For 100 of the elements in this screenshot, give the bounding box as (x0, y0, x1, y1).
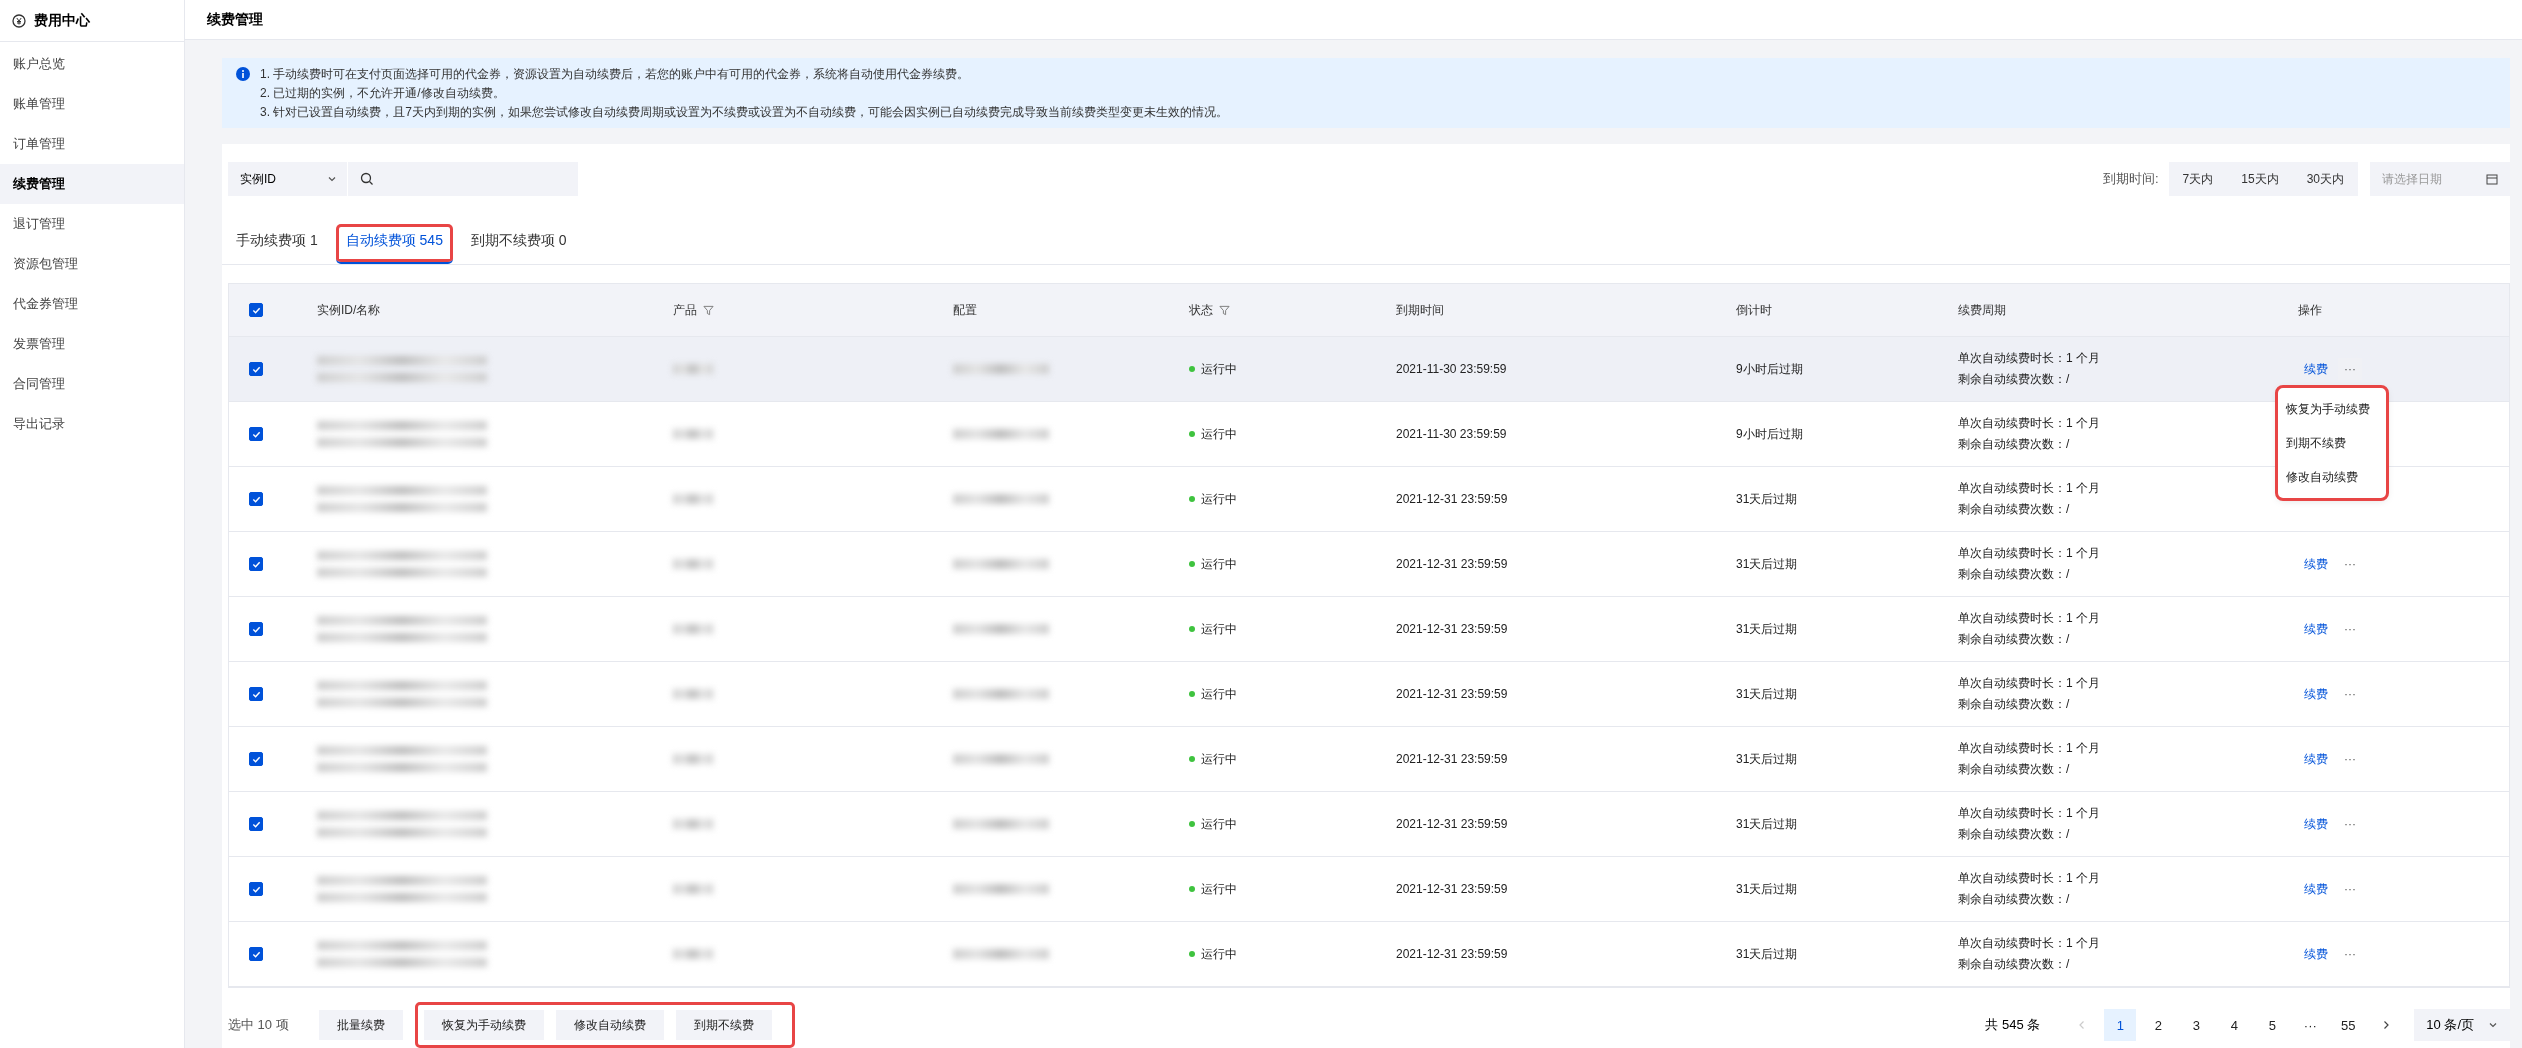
renew-link[interactable]: 续费 (2304, 880, 2328, 898)
sidebar-item[interactable]: 订单管理 (0, 124, 184, 164)
tab[interactable]: 手动续费项 1 (226, 224, 328, 264)
redacted-text (673, 754, 713, 764)
menu-item[interactable]: 到期不续费 (2278, 426, 2386, 460)
renew-link[interactable]: 续费 (2304, 620, 2328, 638)
page-button[interactable]: 55 (2332, 1009, 2365, 1041)
check-icon (251, 884, 261, 894)
row-checkbox[interactable] (249, 427, 263, 441)
column-header: 续费周期 (1958, 301, 2006, 319)
status-text: 运行中 (1201, 620, 1237, 638)
status-text: 运行中 (1201, 685, 1237, 703)
more-button[interactable]: ··· (2338, 553, 2362, 575)
more-button[interactable]: ··· (2338, 618, 2362, 640)
row-checkbox[interactable] (249, 752, 263, 766)
filter-icon[interactable] (1219, 304, 1230, 316)
sidebar-item[interactable]: 资源包管理 (0, 244, 184, 284)
row-checkbox[interactable] (249, 622, 263, 636)
redacted-text (673, 429, 713, 439)
check-icon (251, 305, 261, 315)
page-button[interactable]: ··· (2294, 1009, 2327, 1041)
tab[interactable]: 到期不续费项 0 (460, 224, 577, 264)
table-cell: 单次自动续费时长：1 个月 剩余自动续费次数：/ (1958, 675, 2100, 713)
filter-icon[interactable] (703, 304, 714, 316)
table-cell: 2021-12-31 23:59:59 (1396, 557, 1508, 571)
table-cell: 2021-12-31 23:59:59 (1396, 752, 1508, 766)
sidebar-item[interactable]: 退订管理 (0, 204, 184, 244)
bulk-renew-button[interactable]: 批量续费 (318, 1010, 403, 1040)
table-cell: 2021-11-30 23:59:59 (1396, 427, 1507, 441)
sidebar-item[interactable]: 发票管理 (0, 324, 184, 364)
sidebar-item[interactable]: 合同管理 (0, 364, 184, 404)
check-icon (251, 819, 261, 829)
column-header: 产品 (673, 301, 697, 319)
notice-text: 3. 针对已设置自动续费，且7天内到期的实例，如果您尝试修改自动续费周期或设置为不续费或设置为不自动续费，可能会因实例已自动续费完成导致当前续费类型变更未生效的情况。 (260, 104, 1228, 120)
page-size-select[interactable]: 10 条/页 (2414, 1009, 2510, 1041)
menu-item[interactable]: 恢复为手动续费 (2278, 392, 2386, 426)
renew-link[interactable]: 续费 (2304, 555, 2328, 573)
column-header: 实例ID/名称 (317, 301, 381, 319)
menu-item[interactable]: 修改自动续费 (2278, 460, 2386, 494)
row-checkbox[interactable] (249, 492, 263, 506)
notice-text: 2. 已过期的实例，不允许开通/修改自动续费。 (260, 85, 506, 101)
yuan-coin-icon (12, 13, 26, 28)
renew-link[interactable]: 续费 (2304, 360, 2328, 378)
period-button[interactable]: 7天内 (2168, 166, 2228, 192)
renew-link[interactable]: 续费 (2304, 815, 2328, 833)
renew-link[interactable]: 续费 (2304, 945, 2328, 963)
row-checkbox[interactable] (249, 947, 263, 961)
page-button[interactable]: 1 (2104, 1009, 2137, 1041)
page-button[interactable]: 2 (2142, 1009, 2175, 1041)
status-text: 运行中 (1201, 945, 1237, 963)
bulk-action-button[interactable]: 到期不续费 (675, 1010, 772, 1040)
table-cell: 31天后过期 (1736, 685, 1798, 703)
more-button[interactable]: ··· (2338, 748, 2362, 770)
column-header: 状态 (1189, 301, 1213, 319)
table-cell: 单次自动续费时长：1 个月 剩余自动续费次数：/ (1958, 870, 2100, 908)
sidebar-item[interactable]: 代金券管理 (0, 284, 184, 324)
page-button[interactable]: 4 (2218, 1009, 2251, 1041)
more-button[interactable]: ··· (2338, 943, 2362, 965)
status-text: 运行中 (1201, 815, 1237, 833)
period-button[interactable]: 30天内 (2292, 166, 2358, 192)
bulk-action-button[interactable]: 恢复为手动续费 (423, 1010, 544, 1040)
status-text: 运行中 (1201, 360, 1237, 378)
table-cell: 单次自动续费时长：1 个月 剩余自动续费次数：/ (1958, 935, 2100, 973)
info-icon (236, 67, 250, 81)
more-button[interactable]: ··· (2338, 683, 2362, 705)
sidebar-item[interactable]: 账单管理 (0, 84, 184, 124)
row-checkbox[interactable] (249, 362, 263, 376)
filter-label: 到期时间: (2102, 170, 2159, 188)
row-checkbox[interactable] (249, 817, 263, 831)
bulk-action-button[interactable]: 修改自动续费 (555, 1010, 664, 1040)
row-checkbox[interactable] (249, 882, 263, 896)
select-all-checkbox[interactable] (249, 303, 263, 317)
table-cell: 单次自动续费时长：1 个月 剩余自动续费次数：/ (1958, 610, 2100, 648)
column-header: 倒计时 (1736, 301, 1772, 319)
check-icon (251, 429, 261, 439)
table-cell: 单次自动续费时长：1 个月 剩余自动续费次数：/ (1958, 480, 2100, 518)
table-cell: 2021-12-31 23:59:59 (1396, 622, 1508, 636)
period-button[interactable]: 15天内 (2227, 166, 2293, 192)
table-cell: 2021-12-31 23:59:59 (1396, 492, 1508, 506)
sidebar-item[interactable]: 账户总览 (0, 44, 184, 84)
check-icon (251, 559, 261, 569)
check-icon (251, 754, 261, 764)
renew-link[interactable]: 续费 (2304, 685, 2328, 703)
sidebar-item[interactable]: 续费管理 (0, 164, 184, 204)
status-text: 运行中 (1201, 425, 1237, 443)
page-button[interactable]: 5 (2256, 1009, 2289, 1041)
page-title: 续费管理 (185, 0, 2522, 40)
table-cell: 9小时后过期 (1736, 425, 1803, 443)
more-button[interactable]: ··· (2338, 878, 2362, 900)
table-cell: 31天后过期 (1736, 880, 1798, 898)
row-checkbox[interactable] (249, 557, 263, 571)
status-text: 运行中 (1201, 750, 1237, 768)
renew-link[interactable]: 续费 (2304, 750, 2328, 768)
row-checkbox[interactable] (249, 687, 263, 701)
tab[interactable]: 自动续费项 545 (335, 224, 453, 264)
page-button[interactable]: 3 (2180, 1009, 2213, 1041)
table-cell: 单次自动续费时长：1 个月 剩余自动续费次数：/ (1958, 740, 2100, 778)
selection-count: 选中 10 项 (228, 1016, 289, 1034)
sidebar-item[interactable]: 导出记录 (0, 404, 184, 444)
more-button[interactable]: ··· (2338, 813, 2362, 835)
